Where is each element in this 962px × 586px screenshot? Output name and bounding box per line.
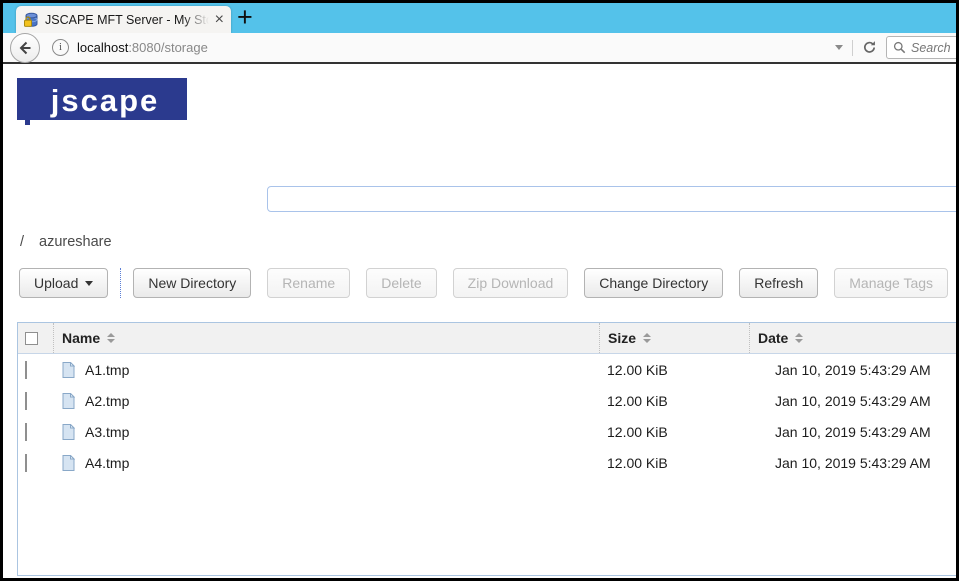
- file-name: A3.tmp: [85, 424, 129, 440]
- name-column-header[interactable]: Name: [54, 323, 599, 353]
- file-name: A1.tmp: [85, 362, 129, 378]
- upload-label: Upload: [34, 275, 78, 291]
- upload-button[interactable]: Upload: [19, 268, 108, 298]
- url-path: :8080/storage: [128, 40, 208, 55]
- select-all-checkbox[interactable]: [25, 332, 38, 345]
- document-icon: [62, 362, 75, 378]
- date-header-label: Date: [758, 330, 788, 346]
- chevron-down-icon[interactable]: [835, 45, 843, 50]
- browser-search-input[interactable]: Search: [886, 36, 959, 59]
- document-icon: [62, 393, 75, 409]
- file-table: Name Size Date: [17, 322, 956, 576]
- file-row[interactable]: A2.tmp 12.00 KiB Jan 10, 2019 5:43:29 AM: [18, 385, 956, 416]
- row-checkbox[interactable]: [25, 392, 27, 410]
- file-size-cell: 12.00 KiB: [599, 362, 749, 378]
- file-name-cell: A3.tmp: [54, 424, 599, 440]
- document-icon: [62, 424, 75, 440]
- file-date-cell: Jan 10, 2019 5:43:29 AM: [749, 393, 956, 409]
- reload-button[interactable]: [862, 40, 877, 55]
- file-row[interactable]: A4.tmp 12.00 KiB Jan 10, 2019 5:43:29 AM: [18, 447, 956, 478]
- rename-button: Rename: [267, 268, 350, 298]
- manage-tags-button: Manage Tags: [834, 268, 948, 298]
- tab-title: JSCAPE MFT Server - My Sto: [45, 13, 209, 27]
- browser-url-bar: i localhost:8080/storage Search: [3, 33, 956, 64]
- row-checkbox[interactable]: [25, 454, 27, 472]
- name-header-label: Name: [62, 330, 100, 346]
- jscape-logo: jscape: [17, 78, 187, 125]
- breadcrumb-folder[interactable]: azureshare: [39, 234, 112, 252]
- storage-filter-input[interactable]: [267, 186, 956, 212]
- file-name: A4.tmp: [85, 455, 129, 471]
- browser-tab-bar: JSCAPE MFT Server - My Sto × +: [3, 3, 956, 33]
- action-toolbar: Upload New Directory Rename Delete Zip D…: [19, 268, 956, 298]
- file-name-cell: A1.tmp: [54, 362, 599, 378]
- file-date-cell: Jan 10, 2019 5:43:29 AM: [749, 362, 956, 378]
- file-name-cell: A2.tmp: [54, 393, 599, 409]
- browser-tab[interactable]: JSCAPE MFT Server - My Sto ×: [16, 6, 231, 33]
- header-checkbox-cell: [18, 323, 54, 353]
- sort-arrows-icon: [107, 333, 115, 343]
- new-directory-button[interactable]: New Directory: [133, 268, 251, 298]
- size-header-label: Size: [608, 330, 636, 346]
- size-column-header[interactable]: Size: [599, 323, 749, 353]
- search-icon: [893, 41, 906, 54]
- back-button[interactable]: [10, 33, 40, 63]
- sort-arrows-icon: [795, 333, 803, 343]
- file-row[interactable]: A1.tmp 12.00 KiB Jan 10, 2019 5:43:29 AM: [18, 354, 956, 385]
- change-directory-button[interactable]: Change Directory: [584, 268, 723, 298]
- file-date-cell: Jan 10, 2019 5:43:29 AM: [749, 424, 956, 440]
- caret-down-icon: [85, 281, 93, 286]
- search-placeholder: Search: [911, 41, 951, 55]
- sort-arrows-icon: [643, 333, 651, 343]
- date-column-header[interactable]: Date: [749, 323, 956, 353]
- screenshot-frame: JSCAPE MFT Server - My Sto × + i localho…: [0, 0, 959, 581]
- toolbar-separator: [120, 268, 121, 298]
- close-icon[interactable]: ×: [215, 12, 224, 28]
- database-lock-favicon-icon: [23, 12, 39, 28]
- file-name: A2.tmp: [85, 393, 129, 409]
- logo-text: jscape: [50, 83, 160, 118]
- row-checkbox[interactable]: [25, 423, 27, 441]
- info-icon[interactable]: i: [52, 39, 69, 56]
- file-name-cell: A4.tmp: [54, 455, 599, 471]
- document-icon: [62, 455, 75, 471]
- url-host: localhost: [77, 40, 128, 55]
- delete-button: Delete: [366, 268, 436, 298]
- file-date-cell: Jan 10, 2019 5:43:29 AM: [749, 455, 956, 471]
- zip-download-button: Zip Download: [453, 268, 569, 298]
- file-size-cell: 12.00 KiB: [599, 393, 749, 409]
- file-size-cell: 12.00 KiB: [599, 424, 749, 440]
- table-header-row: Name Size Date: [18, 323, 956, 354]
- address-field[interactable]: localhost:8080/storage: [77, 40, 208, 55]
- file-row[interactable]: A3.tmp 12.00 KiB Jan 10, 2019 5:43:29 AM: [18, 416, 956, 447]
- toolbar-divider: [852, 40, 853, 56]
- breadcrumb: / azureshare: [20, 234, 956, 252]
- file-size-cell: 12.00 KiB: [599, 455, 749, 471]
- back-arrow-icon: [17, 40, 33, 56]
- breadcrumb-root[interactable]: /: [20, 234, 24, 252]
- reload-icon: [862, 40, 877, 55]
- row-checkbox[interactable]: [25, 361, 27, 379]
- refresh-button[interactable]: Refresh: [739, 268, 818, 298]
- new-tab-button[interactable]: +: [231, 3, 259, 33]
- storage-page: jscape / azureshare Upload New Directory…: [3, 64, 956, 578]
